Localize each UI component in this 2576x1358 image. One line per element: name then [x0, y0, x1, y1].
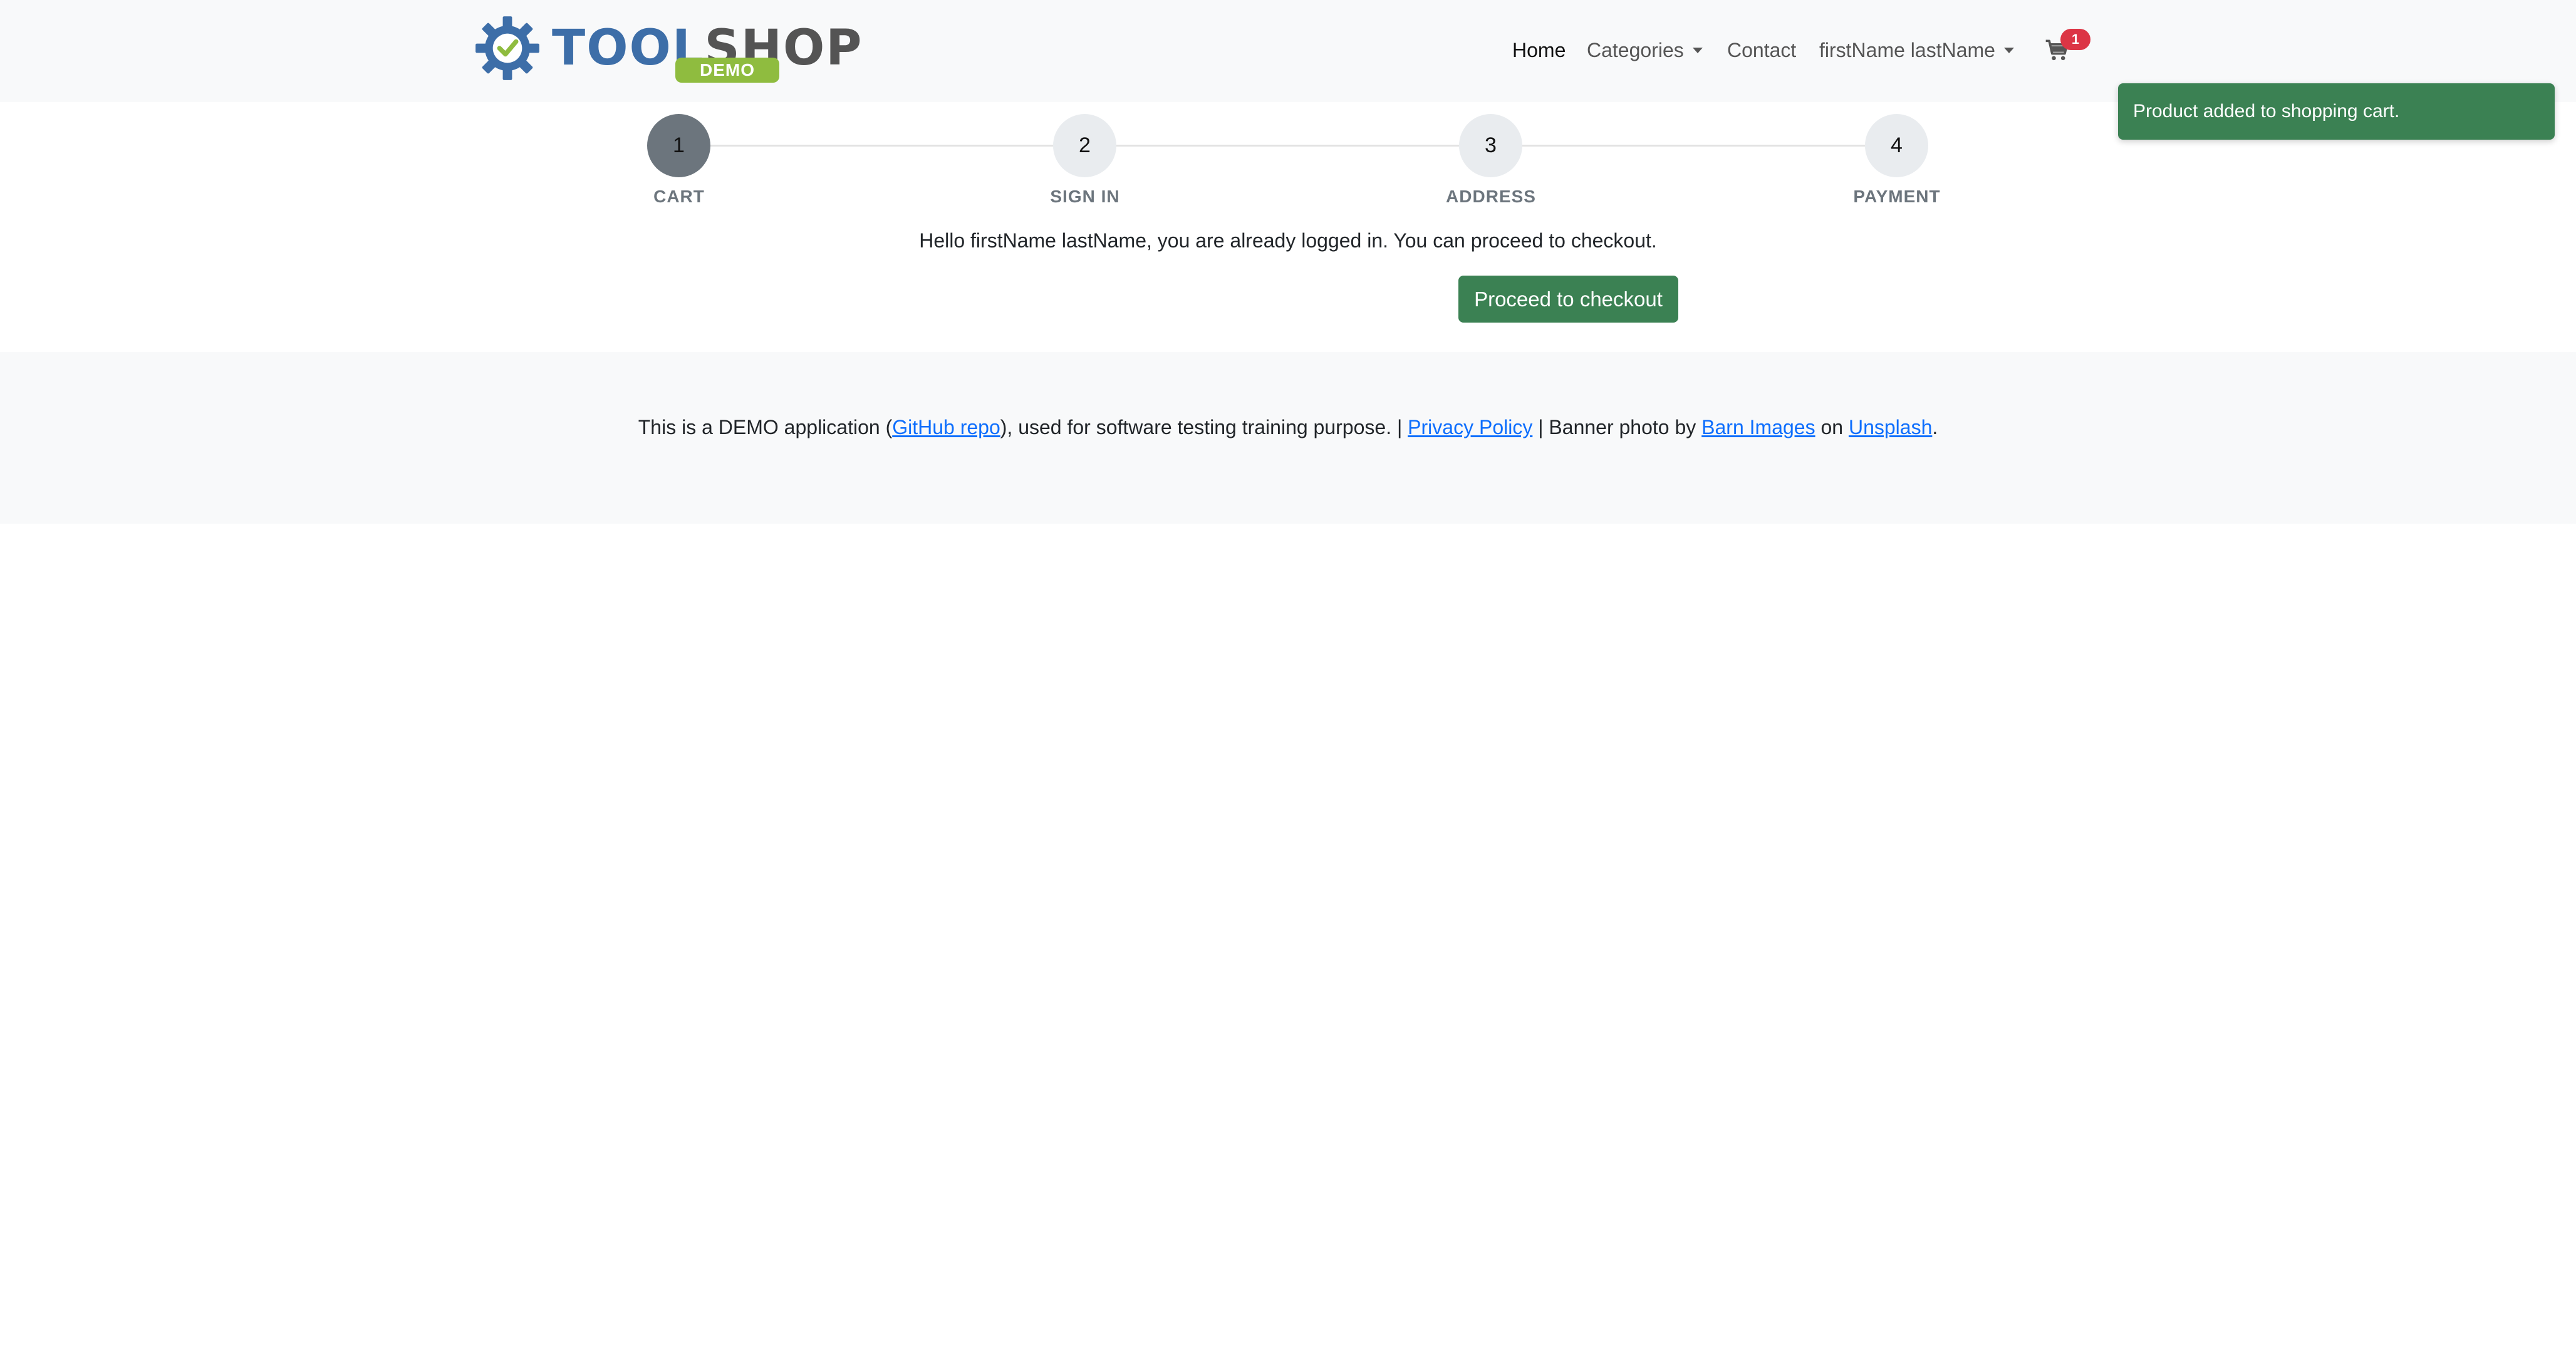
footer-text-part: .	[1932, 416, 1938, 438]
step-address-circle[interactable]: 3	[1459, 114, 1522, 177]
github-repo-link[interactable]: GitHub repo	[892, 416, 1000, 438]
privacy-policy-link[interactable]: Privacy Policy	[1408, 416, 1532, 438]
step-payment-circle[interactable]: 4	[1865, 114, 1928, 177]
steps-connector-line	[678, 145, 1897, 147]
step-payment-label: PAYMENT	[1853, 187, 1941, 206]
demo-badge: DEMO	[675, 58, 779, 83]
toast-notification[interactable]: Product added to shopping cart.	[2118, 83, 2555, 140]
nav-user-label: firstName lastName	[1819, 39, 1995, 61]
gear-check-icon	[475, 16, 539, 80]
barn-images-link[interactable]: Barn Images	[1701, 416, 1815, 438]
toolshop-logo[interactable]: TOOLSHOP DEMO	[474, 15, 861, 85]
nav-categories-dropdown[interactable]: Categories	[1587, 36, 1703, 64]
nav-categories-label: Categories	[1587, 39, 1684, 61]
footer-text-part: | Banner photo by	[1532, 416, 1702, 438]
footer-text-part: This is a DEMO application (	[638, 416, 893, 438]
step-cart-circle[interactable]: 1	[647, 114, 710, 177]
footer-text-part: ), used for software testing training pu…	[1000, 416, 1408, 438]
nav-contact[interactable]: Contact	[1727, 36, 1796, 64]
footer-text-part: on	[1815, 416, 1849, 438]
logged-in-message: Hello firstName lastName, you are alread…	[919, 229, 1657, 252]
unsplash-link[interactable]: Unsplash	[1849, 416, 1932, 438]
caret-down-icon	[1692, 48, 1703, 53]
step-address-label: ADDRESS	[1446, 187, 1536, 206]
step-signin-circle[interactable]: 2	[1053, 114, 1116, 177]
step-cart-label: CART	[653, 187, 705, 206]
caret-down-icon	[2003, 48, 2014, 53]
cart-count-badge: 1	[2060, 29, 2090, 50]
step-signin-label: SIGN IN	[1050, 187, 1120, 206]
proceed-to-checkout-button[interactable]: Proceed to checkout	[1458, 276, 1678, 323]
footer-text: This is a DEMO application (GitHub repo)…	[0, 413, 2576, 441]
nav-home[interactable]: Home	[1512, 36, 1566, 64]
nav-user-menu[interactable]: firstName lastName	[1819, 36, 2014, 64]
